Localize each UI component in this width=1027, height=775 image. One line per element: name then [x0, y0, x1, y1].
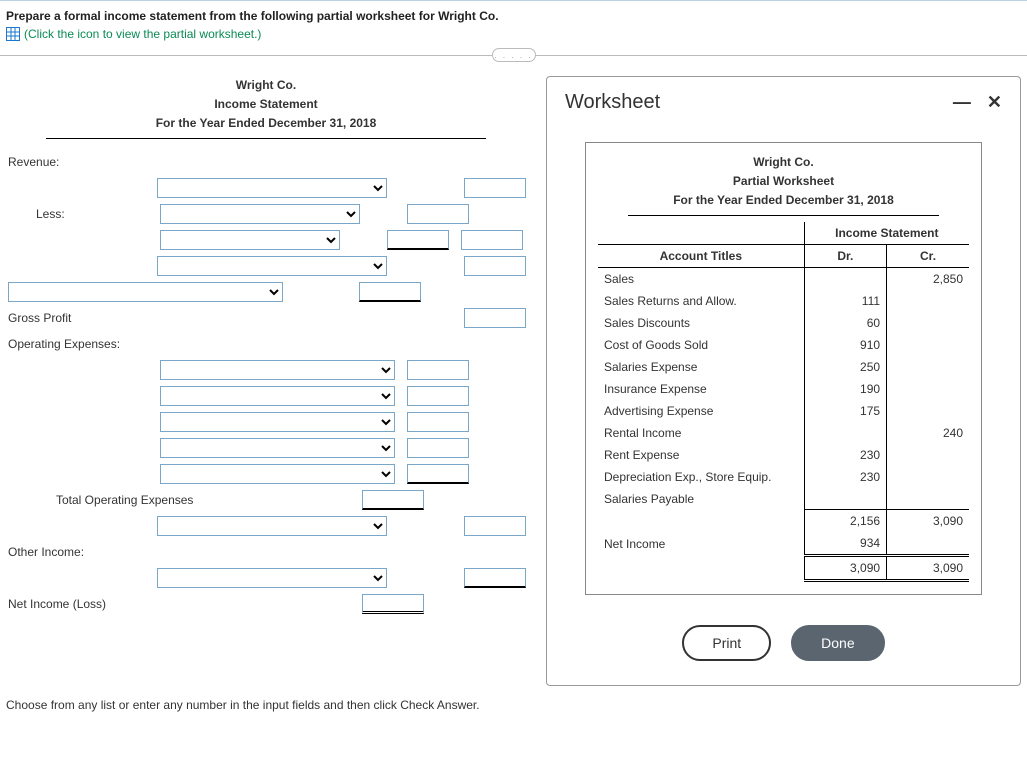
opex-select-1[interactable]	[160, 360, 395, 380]
ws-subtitle: Partial Worksheet	[598, 172, 969, 191]
less-account-select-2[interactable]	[160, 230, 340, 250]
label-revenue: Revenue:	[6, 155, 156, 169]
footer-hint: Choose from any list or enter any number…	[0, 692, 1027, 718]
col-group: Income Statement	[804, 222, 969, 245]
table-row: Advertising Expense175	[598, 400, 969, 422]
close-icon[interactable]: ✕	[987, 92, 1002, 113]
op-income-amount[interactable]	[464, 516, 526, 536]
label-total-opex: Total Operating Expenses	[6, 493, 306, 507]
cogs-amount[interactable]	[359, 282, 421, 302]
netincome-cr	[887, 532, 969, 556]
net-income-amount[interactable]	[362, 594, 424, 614]
total-dr: 3,090	[804, 556, 886, 581]
opex-select-3[interactable]	[160, 412, 395, 432]
instruction-bar: Prepare a formal income statement from t…	[0, 0, 1027, 45]
netincome-dr: 934	[804, 532, 886, 556]
table-row: Sales Returns and Allow.111	[598, 290, 969, 312]
opex-amt-4[interactable]	[407, 438, 469, 458]
subtotal-cr: 3,090	[887, 510, 969, 533]
op-income-select[interactable]	[157, 516, 387, 536]
print-button[interactable]: Print	[682, 625, 771, 661]
col-account: Account Titles	[598, 244, 804, 267]
table-icon	[6, 27, 20, 41]
total-opex-amount[interactable]	[362, 490, 424, 510]
divider-handle[interactable]: . . . . .	[492, 48, 536, 62]
opex-select-2[interactable]	[160, 386, 395, 406]
label-other-income: Other Income:	[6, 545, 306, 559]
table-row: Sales2,850	[598, 267, 969, 290]
less-amount-input-2[interactable]	[387, 230, 449, 250]
worksheet-box: Wright Co. Partial Worksheet For the Yea…	[585, 142, 982, 595]
col-dr: Dr.	[804, 244, 886, 267]
table-row: Depreciation Exp., Store Equip.230	[598, 466, 969, 488]
table-row: Rental Income240	[598, 422, 969, 444]
table-row: Sales Discounts60	[598, 312, 969, 334]
income-statement-form: Wright Co. Income Statement For the Year…	[6, 76, 526, 686]
less-account-select-1[interactable]	[160, 204, 360, 224]
minimize-icon[interactable]: —	[953, 92, 971, 113]
opex-select-4[interactable]	[160, 438, 395, 458]
opex-amt-3[interactable]	[407, 412, 469, 432]
done-button[interactable]: Done	[791, 625, 884, 661]
label-opex: Operating Expenses:	[6, 337, 306, 351]
table-row: Salaries Payable	[598, 488, 969, 510]
table-row: Cost of Goods Sold910	[598, 334, 969, 356]
label-less: Less:	[6, 207, 156, 221]
opex-amt-1[interactable]	[407, 360, 469, 380]
table-row: Rent Expense230	[598, 444, 969, 466]
stmt-company: Wright Co.	[6, 76, 526, 95]
link-text: (Click the icon to view the partial work…	[24, 27, 261, 41]
opex-amt-2[interactable]	[407, 386, 469, 406]
instruction-text: Prepare a formal income statement from t…	[6, 9, 1021, 23]
cogs-select[interactable]	[8, 282, 283, 302]
other-income-amount[interactable]	[464, 568, 526, 588]
label-gross-profit: Gross Profit	[6, 311, 153, 325]
stmt-title: Income Statement	[6, 95, 526, 114]
view-worksheet-link[interactable]: (Click the icon to view the partial work…	[6, 27, 1021, 41]
table-row: Salaries Expense250	[598, 356, 969, 378]
net-revenue-select[interactable]	[157, 256, 387, 276]
less-total-input[interactable]	[461, 230, 523, 250]
table-row: Insurance Expense190	[598, 378, 969, 400]
netincome-title: Net Income	[598, 532, 804, 556]
net-revenue-amount[interactable]	[464, 256, 526, 276]
opex-amt-5[interactable]	[407, 464, 469, 484]
opex-select-5[interactable]	[160, 464, 395, 484]
gross-profit-amount[interactable]	[464, 308, 526, 328]
section-divider: . . . . .	[0, 55, 1027, 56]
worksheet-table: Income Statement Account Titles Dr. Cr. …	[598, 222, 969, 583]
other-income-select[interactable]	[157, 568, 387, 588]
worksheet-modal: Worksheet — ✕ Wright Co. Partial Workshe…	[546, 76, 1021, 686]
modal-title: Worksheet	[565, 91, 660, 114]
revenue-amount-input[interactable]	[464, 178, 526, 198]
subtotal-dr: 2,156	[804, 510, 886, 533]
total-cr: 3,090	[887, 556, 969, 581]
stmt-period: For the Year Ended December 31, 2018	[156, 116, 377, 130]
less-amount-input-1[interactable]	[407, 204, 469, 224]
col-cr: Cr.	[887, 244, 969, 267]
ws-period: For the Year Ended December 31, 2018	[598, 191, 969, 210]
revenue-account-select[interactable]	[157, 178, 387, 198]
ws-company: Wright Co.	[598, 153, 969, 172]
label-net-income: Net Income (Loss)	[6, 597, 306, 611]
